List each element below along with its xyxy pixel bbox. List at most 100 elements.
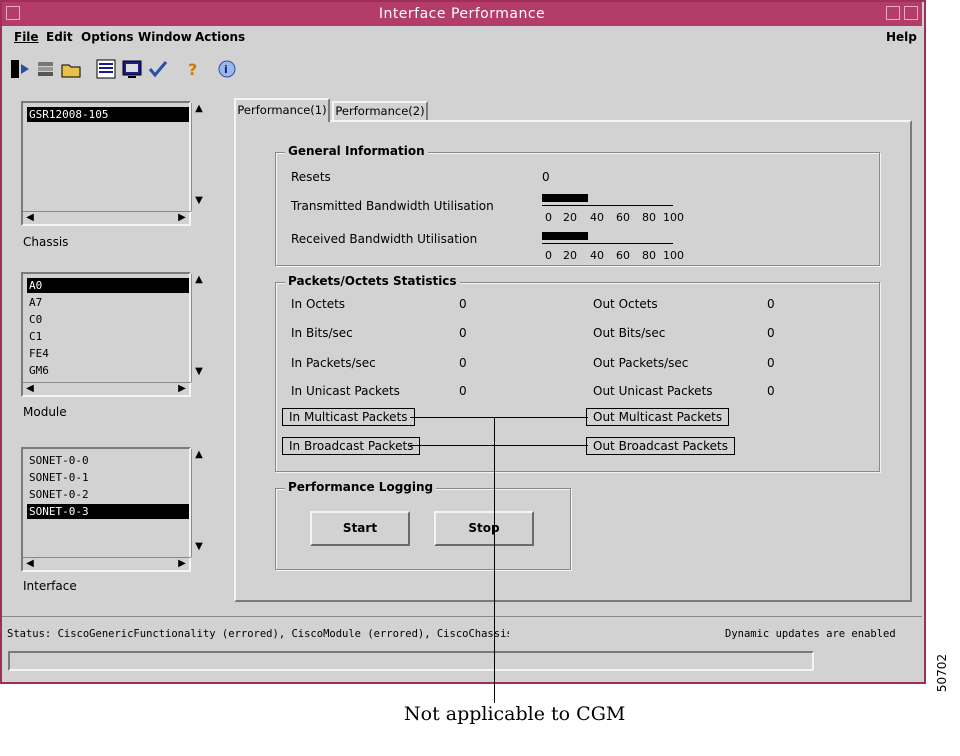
title-bar[interactable]: Interface Performance	[2, 2, 922, 26]
list-item[interactable]: GM6	[27, 363, 189, 378]
module-label: Module	[23, 405, 67, 419]
scroll-up-icon[interactable]: ▲	[192, 449, 206, 461]
scroll-left-icon[interactable]: ◀	[23, 558, 37, 570]
out-packets-value: 0	[767, 356, 775, 370]
gauge-tick-label: 20	[563, 249, 577, 262]
start-button[interactable]: Start	[310, 511, 410, 546]
in-multicast-label: In Multicast Packets	[282, 408, 415, 426]
horizontal-scrollbar[interactable]: ◀ ▶	[23, 211, 191, 224]
horizontal-scrollbar[interactable]: ◀ ▶	[23, 382, 191, 395]
out-bits-label: Out Bits/sec	[593, 326, 666, 340]
scroll-up-icon[interactable]: ▲	[192, 103, 206, 115]
gauge-axis	[542, 243, 673, 244]
list-item[interactable]: C1	[27, 329, 189, 344]
gauge-tick-label: 40	[590, 249, 604, 262]
horizontal-scrollbar[interactable]: ◀ ▶	[23, 557, 191, 570]
gauge-tick-label: 80	[642, 211, 656, 224]
stack-icon[interactable]	[35, 58, 57, 80]
menu-window[interactable]: Window	[138, 30, 192, 44]
list-item[interactable]: SONET-0-1	[27, 470, 189, 485]
interface-label: Interface	[23, 579, 77, 593]
vertical-scrollbar[interactable]: ▲ ▼	[191, 274, 208, 382]
exit-icon[interactable]	[9, 58, 31, 80]
check-icon[interactable]	[147, 58, 169, 80]
scroll-down-icon[interactable]: ▼	[192, 195, 206, 207]
tx-utilisation-label: Transmitted Bandwidth Utilisation	[291, 199, 494, 213]
vertical-scrollbar[interactable]: ▲ ▼	[191, 449, 208, 557]
in-bits-label: In Bits/sec	[291, 326, 353, 340]
rx-utilisation-gauge: 0 20 40 60 80 100	[542, 231, 684, 262]
callout-text: Not applicable to CGM	[404, 703, 626, 725]
figure-id-container: 50702	[933, 654, 953, 692]
monitor-icon[interactable]	[121, 58, 143, 80]
menu-help[interactable]: Help	[886, 30, 917, 44]
list-item[interactable]: A0	[27, 278, 189, 293]
question-icon[interactable]: ?	[182, 58, 204, 80]
menu-file[interactable]: File	[14, 30, 39, 44]
chassis-list[interactable]: GSR12008-105 ▲ ▼ ◀ ▶	[21, 101, 203, 226]
tx-utilisation-gauge: 0 20 40 60 80 100	[542, 193, 684, 224]
out-octets-label: Out Octets	[593, 297, 658, 311]
scroll-down-icon[interactable]: ▼	[192, 541, 206, 553]
svg-text:i: i	[224, 63, 228, 76]
list-item[interactable]: FE4	[27, 346, 189, 361]
out-bits-value: 0	[767, 326, 775, 340]
list-item[interactable]: SONET-0-0	[27, 453, 189, 468]
chassis-label: Chassis	[23, 235, 69, 249]
scroll-right-icon[interactable]: ▶	[175, 558, 189, 570]
module-list[interactable]: A0 A7 C0 C1 FE4 GM6 ▲ ▼ ◀ ▶	[21, 272, 203, 397]
gauge-tick-label: 40	[590, 211, 604, 224]
scroll-right-icon[interactable]: ▶	[175, 212, 189, 224]
interface-list[interactable]: SONET-0-0 SONET-0-1 SONET-0-2 SONET-0-3 …	[21, 447, 203, 572]
tab-performance-2[interactable]: Performance(2)	[332, 101, 428, 120]
list-icon[interactable]	[95, 58, 117, 80]
folder-icon[interactable]	[60, 58, 82, 80]
menu-options[interactable]: Options	[81, 30, 134, 44]
stop-button[interactable]: Stop	[434, 511, 534, 546]
callout-line	[410, 445, 588, 446]
scroll-left-icon[interactable]: ◀	[23, 212, 37, 224]
resets-label: Resets	[291, 170, 331, 184]
gauge-tick-label: 100	[663, 249, 684, 262]
in-packets-value: 0	[459, 356, 467, 370]
in-octets-label: In Octets	[291, 297, 346, 311]
status-text: Status: CiscoGenericFunctionality (error…	[7, 628, 509, 640]
rx-utilisation-label: Received Bandwidth Utilisation	[291, 232, 478, 246]
menu-actions[interactable]: Actions	[195, 30, 245, 44]
vertical-scrollbar[interactable]: ▲ ▼	[191, 103, 208, 211]
list-item[interactable]: SONET-0-2	[27, 487, 189, 502]
gauge-tick-label: 60	[616, 249, 630, 262]
scroll-down-icon[interactable]: ▼	[192, 366, 206, 378]
status-message-field	[8, 651, 814, 671]
list-item[interactable]: A7	[27, 295, 189, 310]
gauge-tick-label: 0	[545, 249, 552, 262]
tab-performance-1[interactable]: Performance(1)	[234, 98, 330, 122]
in-unicast-value: 0	[459, 384, 467, 398]
in-broadcast-label: In Broadcast Packets	[282, 437, 421, 455]
list-item[interactable]: SONET-0-3	[27, 504, 189, 519]
gauge-axis	[542, 205, 673, 206]
gauge-tick-label: 20	[563, 211, 577, 224]
maximize-icon[interactable]	[904, 6, 918, 20]
scroll-left-icon[interactable]: ◀	[23, 383, 37, 395]
list-item[interactable]: GSR12008-105	[27, 107, 189, 122]
gauge-tick-label: 0	[545, 211, 552, 224]
out-unicast-value: 0	[767, 384, 775, 398]
tx-utilisation-bar	[542, 194, 588, 202]
dynamic-updates-status: Dynamic updates are enabled	[725, 628, 896, 640]
in-packets-label: In Packets/sec	[291, 356, 376, 370]
scroll-up-icon[interactable]: ▲	[192, 274, 206, 286]
out-packets-label: Out Packets/sec	[593, 356, 689, 370]
menu-edit[interactable]: Edit	[46, 30, 73, 44]
rx-utilisation-bar	[542, 232, 588, 240]
general-information-title: General Information	[285, 144, 428, 158]
out-broadcast-label: Out Broadcast Packets	[586, 437, 736, 455]
list-item[interactable]: C0	[27, 312, 189, 327]
info-icon[interactable]: i	[216, 58, 238, 80]
scroll-right-icon[interactable]: ▶	[175, 383, 189, 395]
out-unicast-label: Out Unicast Packets	[593, 384, 713, 398]
out-multicast-label: Out Multicast Packets	[586, 408, 730, 426]
performance-logging-title: Performance Logging	[285, 480, 437, 494]
minimize-icon[interactable]	[886, 6, 900, 20]
in-bits-value: 0	[459, 326, 467, 340]
